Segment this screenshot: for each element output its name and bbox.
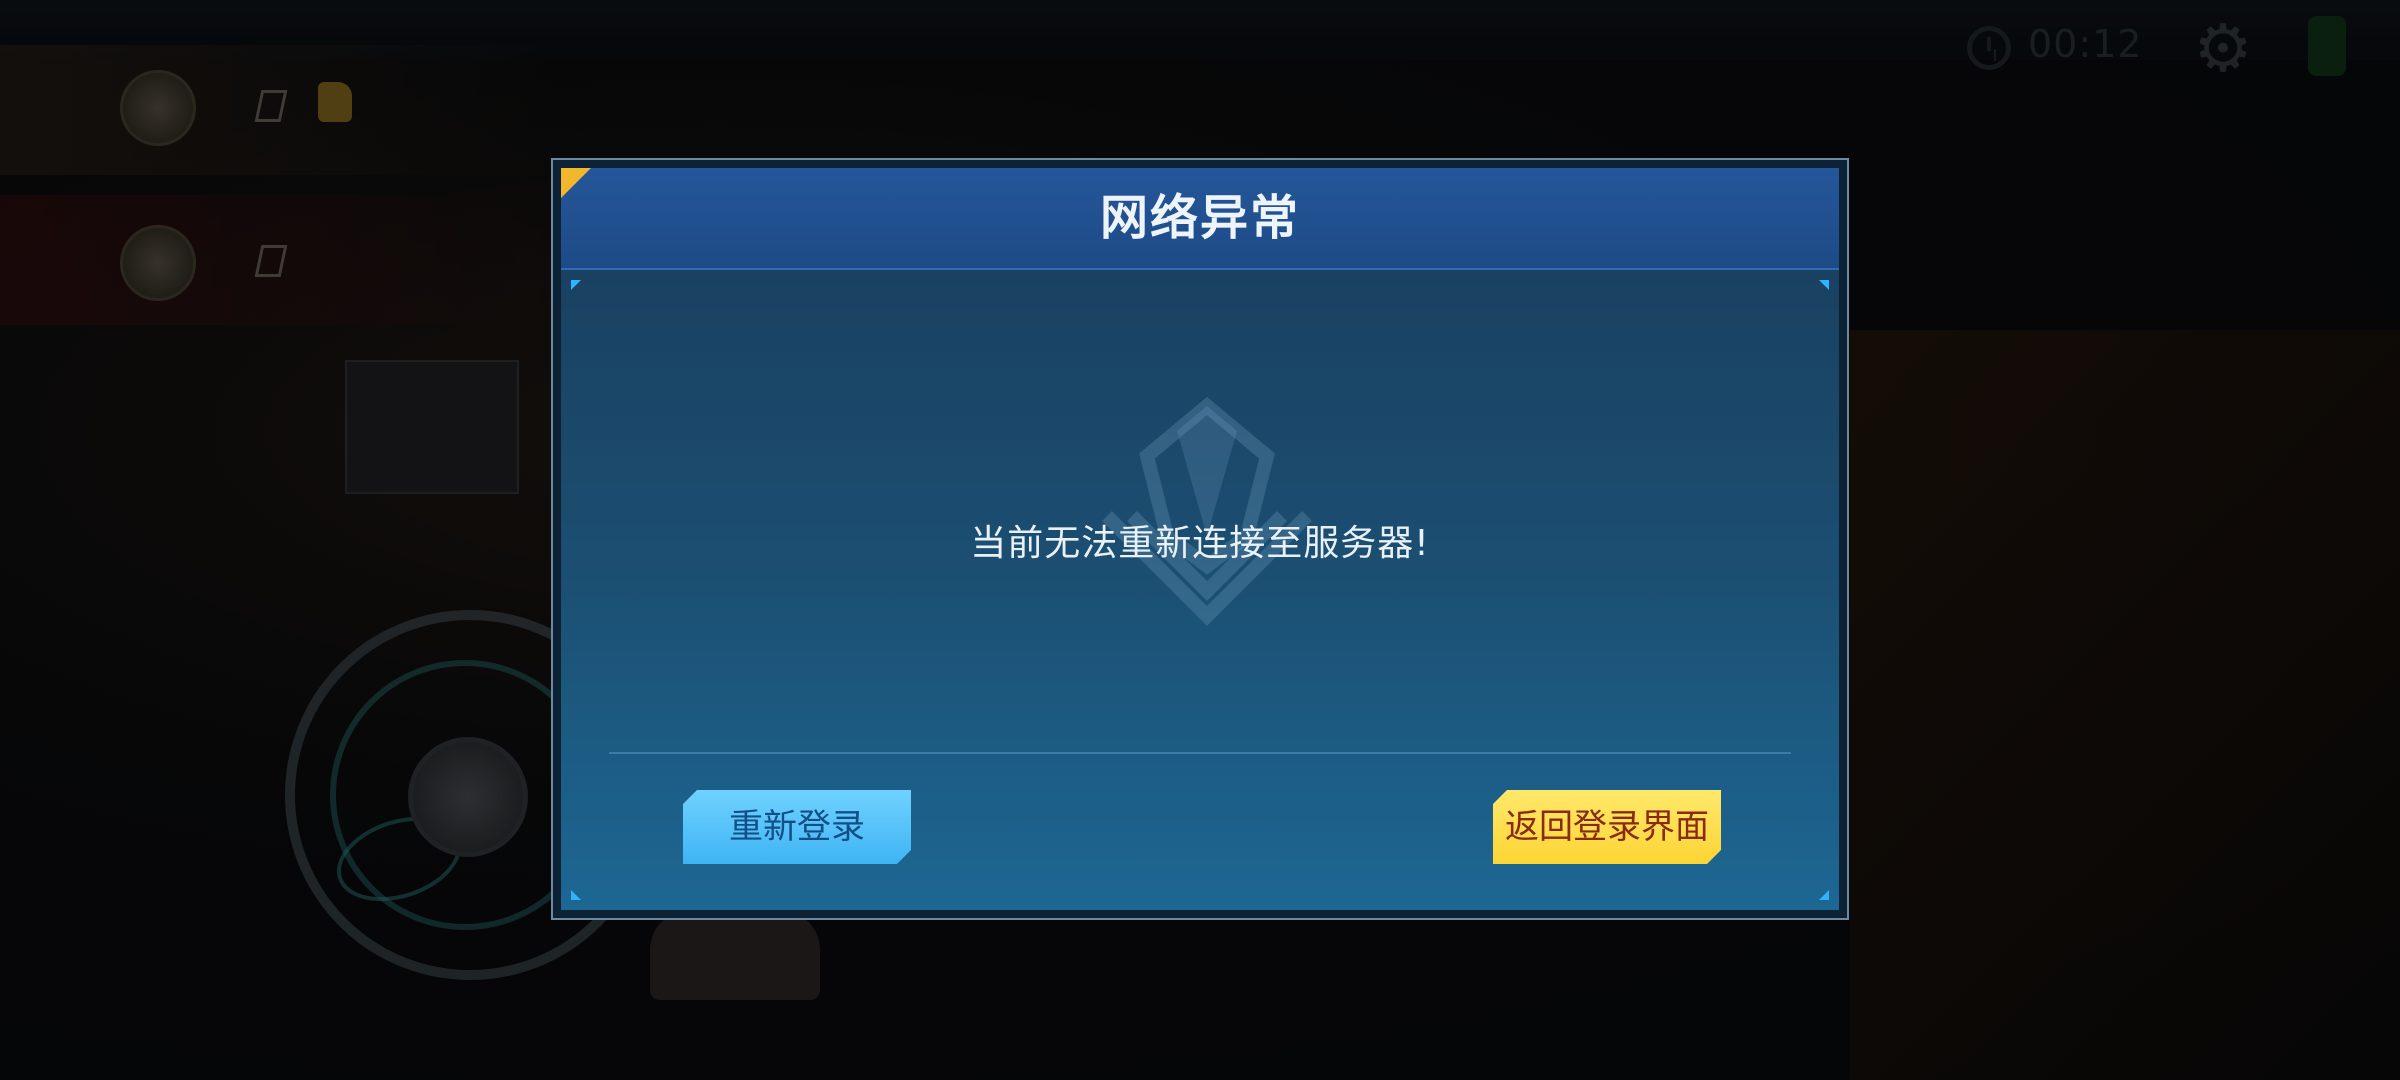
dialog-title: 网络异常 bbox=[1099, 190, 1300, 246]
relogin-button[interactable]: 重新登录 bbox=[683, 790, 911, 864]
dialog-body: 网络异常 当前无法重新连接至服务器! 重新登录 返回登录界面 bbox=[561, 168, 1839, 910]
corner-marker-icon bbox=[1819, 890, 1829, 900]
error-message: 当前无法重新连接至服务器! bbox=[970, 523, 1430, 564]
network-error-dialog: 网络异常 当前无法重新连接至服务器! 重新登录 返回登录界面 bbox=[551, 158, 1849, 920]
corner-marker-icon bbox=[571, 280, 581, 290]
corner-marker-icon bbox=[571, 890, 581, 900]
corner-marker-icon bbox=[1819, 280, 1829, 290]
return-to-login-button[interactable]: 返回登录界面 bbox=[1493, 790, 1721, 864]
divider bbox=[609, 752, 1791, 754]
game-screen: 00:12 ⚙ 网络异常 当前无法重新连接至服务器! 重新登录 返回登录界面 bbox=[0, 0, 2400, 1080]
